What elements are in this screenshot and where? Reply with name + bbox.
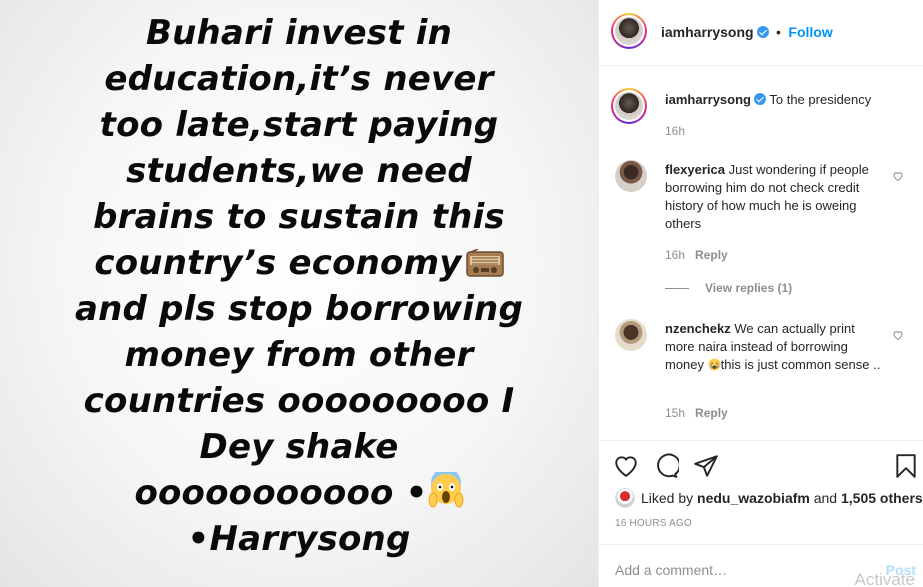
post-text-line: brains to sustain this [93, 197, 505, 237]
verified-badge-icon [756, 26, 769, 38]
author-username[interactable]: iamharrysong [661, 24, 754, 40]
post-text-line: and pls stop borrowing [74, 289, 523, 329]
post-text-line: too late,start paying [99, 105, 499, 145]
like-comment-heart-icon[interactable] [892, 170, 904, 182]
caption-avatar[interactable] [611, 88, 647, 124]
author-avatar[interactable] [611, 13, 647, 49]
comment-username[interactable]: nzenchekz [665, 321, 731, 336]
liker-avatar [615, 488, 635, 508]
comment-meta: 15h Reply [665, 406, 728, 420]
verified-badge-icon [753, 93, 766, 105]
comment-text-continued: this is just common sense .. [720, 357, 881, 372]
post-text-line: students,we need [126, 151, 472, 191]
caption-time[interactable]: 16h [665, 124, 685, 138]
comment-time[interactable]: 15h [665, 406, 685, 420]
like-comment-heart-icon[interactable] [892, 329, 904, 341]
post-actions: Liked by nedu_wazobiafm and 1,505 others… [599, 440, 923, 544]
caption: iamharrysong To the presidency [665, 91, 905, 109]
like-heart-icon[interactable] [613, 453, 639, 479]
comment-username[interactable]: flexyerica [665, 162, 725, 177]
reply-button[interactable]: Reply [695, 406, 728, 420]
reply-button[interactable]: Reply [695, 248, 728, 262]
activate-windows-watermark: Activate [854, 570, 915, 587]
liker-username[interactable]: nedu_wazobiafm [697, 490, 810, 506]
comment-icon[interactable] [653, 453, 679, 479]
comment-body: flexyerica Just wondering if people borr… [665, 161, 885, 233]
caption-text: To the presidency [769, 92, 872, 107]
post-sidebar: iamharrysong • Follow iamharrysong To th… [598, 0, 923, 587]
likes-summary[interactable]: Liked by nedu_wazobiafm and 1,505 others [615, 488, 923, 508]
comment-meta: 16h Reply [665, 248, 728, 262]
post-text-line: Buhari invest in [146, 13, 452, 53]
post-text-line: ooooooooooo • [134, 473, 428, 513]
comment-time[interactable]: 16h [665, 248, 685, 262]
author-line: iamharrysong • Follow [661, 24, 833, 42]
post-image[interactable]: Buhari invest in education,it’s never to… [0, 0, 598, 587]
likes-count[interactable]: 1,505 others [841, 490, 923, 506]
commenter-avatar[interactable] [615, 160, 647, 192]
post-text-line: countries ooooooooo I [83, 381, 515, 421]
separator-dot: • [776, 24, 781, 40]
likes-and: and [809, 490, 841, 506]
caption-username[interactable]: iamharrysong [665, 92, 751, 107]
face-screaming-emoji [428, 472, 464, 508]
post-text-line: •Harrysong [187, 519, 411, 559]
post-text-line: Dey shake [199, 427, 399, 467]
commenter-avatar[interactable] [615, 319, 647, 351]
save-bookmark-icon[interactable] [893, 453, 919, 479]
view-replies-label: View replies (1) [705, 281, 793, 295]
likes-prefix: Liked by [641, 490, 698, 506]
post-text-line-with-emoji: country’s economy [0, 240, 598, 286]
post-text-line-with-emoji: ooooooooooo • [0, 470, 598, 516]
follow-button[interactable]: Follow [788, 24, 832, 40]
comments-list[interactable]: iamharrysong To the presidency 16h flexy… [599, 67, 923, 440]
post-text-line: country’s economy [94, 243, 462, 283]
share-paper-plane-icon[interactable] [693, 453, 719, 479]
view-replies-button[interactable]: View replies (1) [665, 281, 792, 295]
crying-face-icon [708, 358, 721, 371]
post-timestamp[interactable]: 16 HOURS AGO [615, 518, 692, 529]
divider-line [665, 288, 689, 290]
post-text-line: money from other [124, 335, 474, 375]
post-image-text: Buhari invest in education,it’s never to… [0, 10, 598, 562]
comment-body: nzenchekz We can actually print more nai… [665, 320, 885, 374]
post-text-line: education,it’s never [104, 59, 494, 99]
radio-emoji [465, 249, 504, 277]
comment-input[interactable]: Add a comment… [615, 562, 727, 578]
post-header: iamharrysong • Follow [599, 0, 923, 66]
